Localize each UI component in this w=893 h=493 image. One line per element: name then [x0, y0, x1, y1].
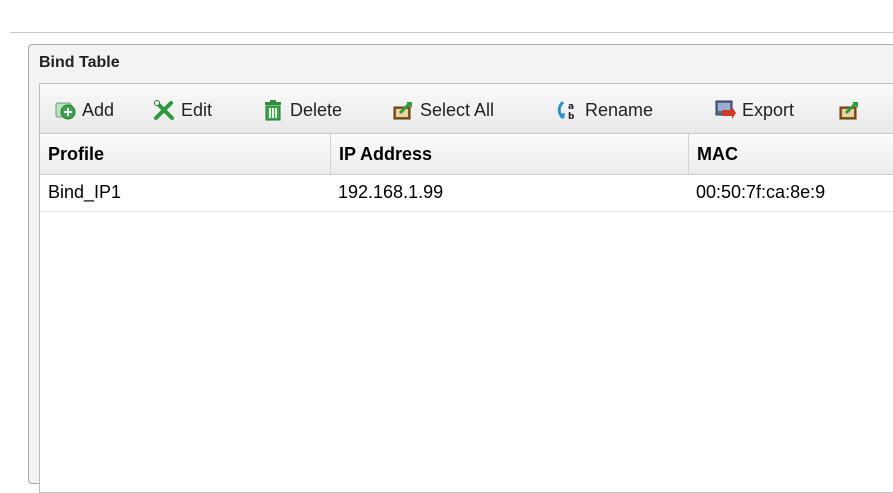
top-divider: [10, 32, 893, 33]
delete-label: Delete: [290, 99, 343, 120]
export-icon: [714, 99, 736, 121]
delete-button[interactable]: Delete: [262, 98, 342, 122]
panel-title: Bind Table: [39, 54, 120, 71]
select-all-icon: [392, 99, 414, 121]
bind-table: Profile IP Address MAC Bind_IP1 192.168.…: [39, 133, 893, 493]
add-label: Add: [82, 99, 115, 120]
bind-table-panel: Bind Table Add Edit Delete Select All a …: [28, 44, 893, 493]
select-all-button[interactable]: Select All: [392, 98, 494, 122]
table-header: Profile IP Address MAC: [40, 134, 893, 175]
export-label: Export: [742, 99, 795, 120]
export-button[interactable]: Export: [714, 98, 794, 122]
import-button[interactable]: [838, 98, 866, 122]
add-button[interactable]: Add: [54, 98, 114, 122]
rename-button[interactable]: a b Rename: [557, 98, 653, 122]
rename-label: Rename: [585, 99, 654, 120]
select-all-label: Select All: [420, 99, 495, 120]
import-icon: [838, 99, 860, 121]
svg-text:a: a: [568, 102, 574, 112]
edit-button[interactable]: Edit: [153, 98, 212, 122]
svg-text:b: b: [568, 112, 575, 121]
cell-profile: Bind_IP1: [48, 182, 122, 202]
trash-icon: [262, 99, 284, 121]
table-row[interactable]: Bind_IP1 192.168.1.99 00:50:7f:ca:8e:9: [40, 174, 893, 212]
toolbar: Add Edit Delete Select All a b Rename Ex…: [39, 83, 893, 133]
edit-icon: [153, 99, 175, 121]
add-icon: [54, 99, 76, 121]
edit-label: Edit: [181, 99, 213, 120]
column-header-ip-address[interactable]: IP Address: [330, 134, 688, 174]
cell-mac: 00:50:7f:ca:8e:9: [696, 182, 826, 202]
column-header-mac[interactable]: MAC: [688, 134, 893, 174]
cell-ip-address: 192.168.1.99: [338, 182, 444, 202]
rename-icon: a b: [557, 99, 579, 122]
column-header-profile[interactable]: Profile: [40, 134, 330, 174]
